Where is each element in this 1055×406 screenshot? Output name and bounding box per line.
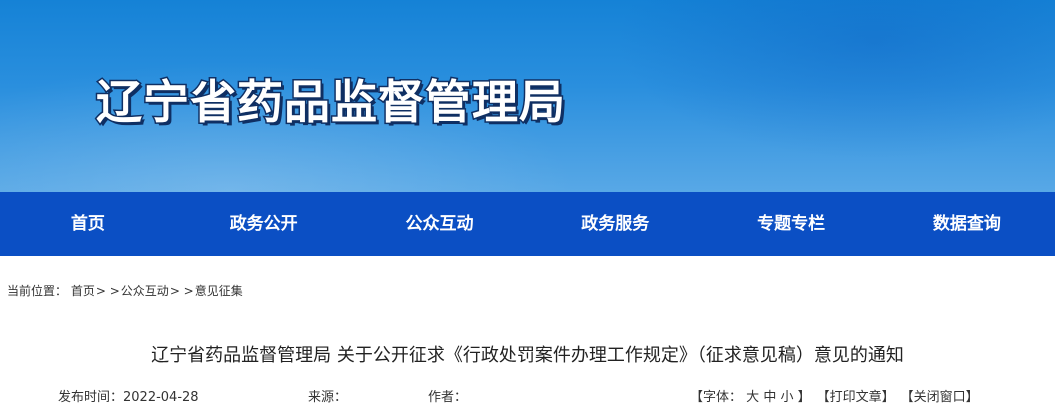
nav-item-home[interactable]: 首页 xyxy=(0,192,176,256)
publish-date: 2022-04-28 xyxy=(123,390,199,405)
breadcrumb-consultation-link[interactable]: 意见征集 xyxy=(195,284,243,298)
font-size-open: 【字体： xyxy=(690,390,743,405)
article-source: 来源： xyxy=(308,386,347,405)
nav-item-public-interaction[interactable]: 公众互动 xyxy=(352,192,528,256)
nav-item-government-affairs[interactable]: 政务公开 xyxy=(176,192,352,256)
breadcrumb-prefix: 当前位置： xyxy=(7,284,68,298)
article-title: 辽宁省药品监督管理局 关于公开征求《行政处罚案件办理工作规定》（征求意见稿）意见… xyxy=(151,345,904,366)
breadcrumb: 当前位置： 首页> >公众互动> >意见征集 xyxy=(7,282,243,299)
breadcrumb-separator: > > xyxy=(169,284,194,298)
nav-item-data-query[interactable]: 数据查询 xyxy=(879,192,1055,256)
font-size-close: 】 xyxy=(797,390,811,405)
article-tools: 【字体： 大 中 小 】【打印文章】 【关闭窗口】 xyxy=(690,386,979,405)
article-author: 作者： xyxy=(428,386,467,405)
publish-label: 发布时间： xyxy=(58,390,124,405)
site-title: 辽宁省药品监督管理局 xyxy=(95,74,567,131)
font-medium-button[interactable]: 中 xyxy=(763,390,776,405)
breadcrumb-separator: > > xyxy=(95,284,120,298)
banner-shade xyxy=(615,0,1055,160)
header-banner: 辽宁省药品监督管理局 xyxy=(0,0,1055,192)
nav-item-government-services[interactable]: 政务服务 xyxy=(527,192,703,256)
breadcrumb-home-link[interactable]: 首页 xyxy=(71,284,95,298)
breadcrumb-public-interaction-link[interactable]: 公众互动 xyxy=(121,284,169,298)
close-window-button[interactable]: 【关闭窗口】 xyxy=(901,390,979,405)
publish-time: 发布时间：2022-04-28 xyxy=(58,386,199,405)
author-label: 作者： xyxy=(428,390,468,405)
font-large-button[interactable]: 大 xyxy=(746,390,759,405)
nav-item-special-topics[interactable]: 专题专栏 xyxy=(703,192,879,256)
source-label: 来源： xyxy=(308,390,348,405)
print-article-button[interactable]: 【打印文章】 xyxy=(817,390,895,405)
font-small-button[interactable]: 小 xyxy=(780,390,793,405)
main-nav: 首页 政务公开 公众互动 政务服务 专题专栏 数据查询 xyxy=(0,192,1055,256)
